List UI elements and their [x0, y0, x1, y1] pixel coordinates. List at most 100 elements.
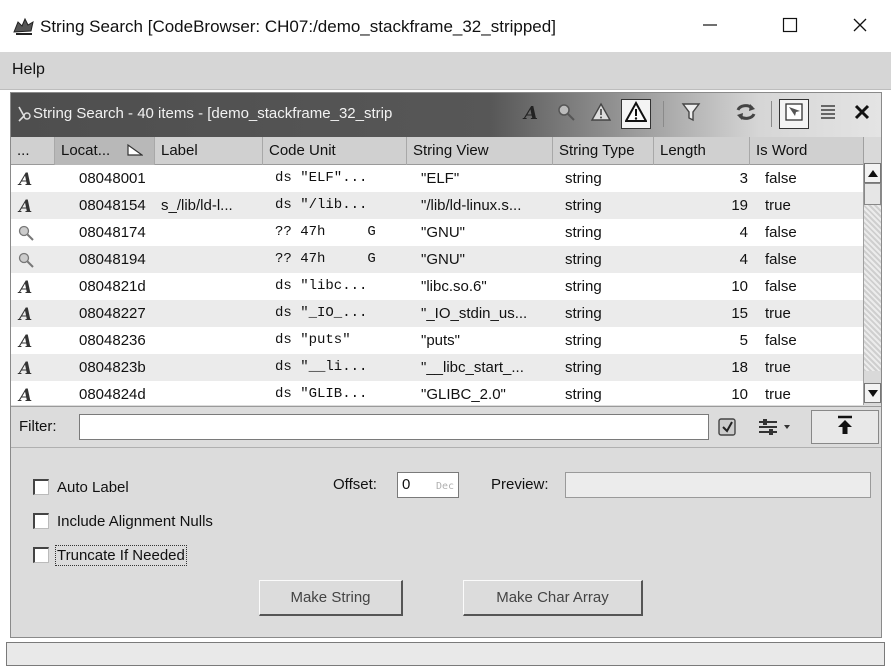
- cell-string-view: "ELF": [421, 170, 460, 187]
- refresh-icon: [734, 101, 758, 128]
- table-row[interactable]: A 08048001 ds "ELF"... "ELF" string 3 fa…: [11, 165, 863, 192]
- string-search-window: String Search [CodeBrowser: CH07:/demo_s…: [0, 0, 891, 669]
- show-partial-defined-button[interactable]: [586, 99, 616, 129]
- cell-location: 0804824d: [79, 386, 146, 403]
- cell-code-unit: ds "ELF"...: [275, 170, 368, 186]
- column-header-length[interactable]: Length: [654, 137, 750, 165]
- truncate-if-needed-checkbox[interactable]: [33, 547, 49, 563]
- auto-label-option[interactable]: Auto Label: [33, 476, 129, 498]
- cell-string-view: "_IO_stdin_us...: [421, 305, 528, 322]
- table-row[interactable]: 08048194 ?? 47h G "GNU" string 4 false: [11, 246, 863, 273]
- column-header-label[interactable]: Label: [155, 137, 263, 165]
- offset-radix-hint: Dec: [435, 481, 454, 492]
- scroll-down-button[interactable]: [864, 383, 881, 403]
- cell-label: [155, 273, 263, 300]
- cell-location: 08048194: [79, 251, 146, 268]
- cell-location: 0804823b: [79, 359, 146, 376]
- cell-label: [155, 381, 263, 405]
- arrow-down-icon: [867, 384, 878, 402]
- filter-options-icon[interactable]: [755, 415, 795, 439]
- close-button[interactable]: [840, 10, 880, 44]
- cell-label: [155, 327, 263, 354]
- table-options-icon: [817, 101, 839, 128]
- cell-string-view: "__libc_start_...: [421, 359, 524, 376]
- filter-input[interactable]: [79, 414, 709, 440]
- svg-text:A: A: [17, 170, 32, 188]
- column-header-code-unit[interactable]: Code Unit: [263, 137, 407, 165]
- cell-location: 08048227: [79, 305, 146, 322]
- scroll-to-top-button[interactable]: [811, 410, 879, 444]
- include-alignment-nulls-checkbox[interactable]: [33, 513, 49, 529]
- cell-string-view: "/lib/ld-linux.s...: [421, 197, 522, 214]
- defined-string-icon: A: [17, 358, 35, 379]
- preview-field: [565, 472, 871, 498]
- column-header-location[interactable]: Locat...: [55, 137, 155, 165]
- cell-length: 3: [739, 170, 748, 187]
- cell-string-type: string: [565, 278, 602, 295]
- table-row[interactable]: 08048174 ?? 47h G "GNU" string 4 false: [11, 219, 863, 246]
- column-header-string-type[interactable]: String Type: [553, 137, 654, 165]
- close-icon: [852, 102, 872, 127]
- close-component-button[interactable]: [847, 99, 877, 129]
- table-row[interactable]: A 08048227 ds "_IO_... "_IO_stdin_us... …: [11, 300, 863, 327]
- column-header-is-word[interactable]: Is Word: [750, 137, 863, 165]
- svg-text:A: A: [17, 332, 32, 350]
- maximize-button[interactable]: [770, 10, 810, 44]
- show-conflicting-button[interactable]: [621, 99, 651, 129]
- cell-label: [155, 354, 263, 381]
- filter-label: Filter:: [19, 418, 57, 435]
- cell-location: 08048174: [79, 224, 146, 241]
- make-string-button[interactable]: Make String: [259, 580, 403, 616]
- table-row[interactable]: A 08048154 s_/lib/ld-l... ds "/lib... "/…: [11, 192, 863, 219]
- scrollbar-track[interactable]: [864, 205, 881, 371]
- truncate-if-needed-option[interactable]: Truncate If Needed: [33, 544, 187, 566]
- column-header-string-view[interactable]: String View: [407, 137, 553, 165]
- status-bar: [6, 642, 885, 666]
- cell-length: 10: [731, 386, 748, 403]
- cell-location: 08048154: [79, 197, 146, 214]
- table-row[interactable]: A 0804823b ds "__li... "__libc_start_...…: [11, 354, 863, 381]
- column-header-icon[interactable]: ...: [11, 137, 55, 165]
- cell-code-unit: ds "GLIB...: [275, 386, 368, 402]
- cell-is-word: false: [765, 170, 797, 187]
- table-row[interactable]: A 08048236 ds "puts" "puts" string 5 fal…: [11, 327, 863, 354]
- table-options-button[interactable]: [813, 99, 843, 129]
- show-defined-strings-button[interactable]: A: [516, 99, 546, 129]
- show-undefined-strings-button[interactable]: [551, 99, 581, 129]
- cell-label: [155, 246, 263, 273]
- cell-string-type: string: [565, 251, 602, 268]
- include-alignment-nulls-option[interactable]: Include Alignment Nulls: [33, 510, 213, 532]
- component-header: String Search - 40 items - [demo_stackfr…: [11, 93, 881, 137]
- include-alignment-nulls-label: Include Alignment Nulls: [57, 512, 213, 530]
- cell-label: s_/lib/ld-l...: [161, 197, 233, 214]
- make-char-array-button[interactable]: Make Char Array: [463, 580, 643, 616]
- filter-button[interactable]: [676, 99, 706, 129]
- scroll-up-button[interactable]: [864, 163, 881, 183]
- cell-string-type: string: [565, 386, 602, 403]
- cell-string-type: string: [565, 197, 602, 214]
- make-selection-button[interactable]: [779, 99, 809, 129]
- cell-is-word: true: [765, 359, 791, 376]
- scrollbar-thumb[interactable]: [864, 183, 881, 205]
- defined-string-icon: A: [17, 385, 35, 405]
- offset-field[interactable]: 0 Dec: [397, 472, 459, 498]
- cell-length: 4: [739, 251, 748, 268]
- undefined-string-icon: [17, 223, 35, 242]
- window-title: String Search [CodeBrowser: CH07:/demo_s…: [40, 17, 556, 36]
- auto-label-checkbox[interactable]: [33, 479, 49, 495]
- sort-ascending-icon: [127, 143, 144, 161]
- refresh-button[interactable]: [731, 99, 761, 129]
- vertical-scrollbar[interactable]: [863, 137, 881, 405]
- minimize-button[interactable]: [690, 10, 730, 44]
- defined-string-icon: A: [17, 277, 35, 298]
- cell-string-view: "libc.so.6": [421, 278, 487, 295]
- cell-location: 08048236: [79, 332, 146, 349]
- cell-string-view: "puts": [421, 332, 461, 349]
- table-row[interactable]: A 0804824d ds "GLIB... "GLIBC_2.0" strin…: [11, 381, 863, 405]
- minimize-icon: [702, 17, 718, 38]
- menu-help[interactable]: Help: [12, 61, 45, 79]
- menu-bar: Help: [0, 52, 891, 90]
- clear-filter-icon[interactable]: [715, 415, 739, 439]
- table-row[interactable]: A 0804821d ds "libc... "libc.so.6" strin…: [11, 273, 863, 300]
- cell-string-view: "GNU": [421, 224, 465, 241]
